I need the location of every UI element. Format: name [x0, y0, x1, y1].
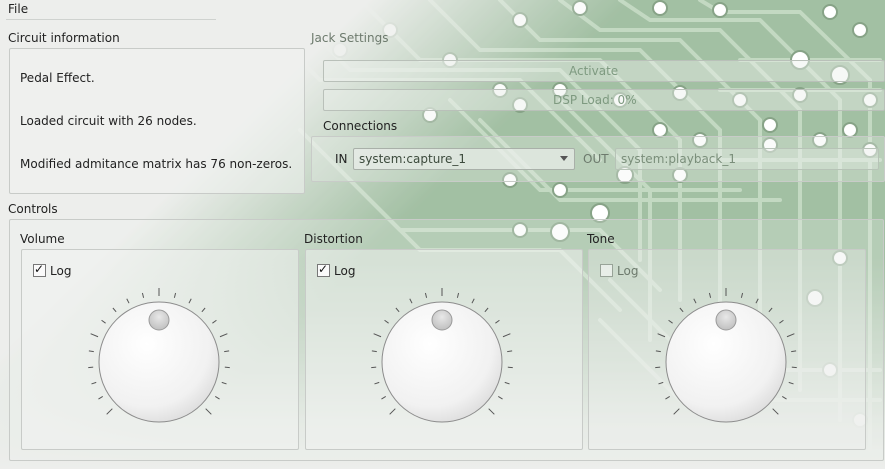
knob-tick — [205, 408, 212, 415]
knob-tick — [673, 408, 680, 415]
controls-title: Controls — [8, 202, 58, 216]
knob-tick — [498, 396, 503, 400]
distortion-log-label: Log — [334, 264, 356, 278]
dsp-load-bar: DSP Load: 0% — [323, 89, 885, 111]
out-label: OUT — [583, 152, 609, 166]
tone-log-checkbox[interactable] — [600, 264, 613, 277]
knob-tick — [91, 381, 97, 385]
in-label: IN — [335, 152, 348, 166]
output-port-select[interactable]: system:playback_1 — [615, 148, 879, 170]
knob-tick — [665, 396, 670, 400]
activate-label: Activate — [569, 64, 619, 78]
volume-log-checkbox[interactable]: ✓ — [33, 262, 46, 277]
knob-tick — [371, 350, 377, 353]
distortion-title: Distortion — [304, 232, 363, 246]
knob-tick — [740, 292, 744, 298]
knob-tick — [389, 408, 396, 415]
knob-tick — [708, 292, 712, 298]
input-port-value: system:capture_1 — [359, 152, 466, 166]
knob-tick — [456, 292, 460, 298]
knob-tick — [98, 396, 103, 400]
circuit-info-title: Circuit information — [8, 31, 120, 45]
distortion-log-checkbox[interactable]: ✓ — [317, 262, 330, 277]
knob-tick — [215, 396, 220, 400]
menu-file[interactable]: File — [8, 2, 28, 16]
knob-tick — [101, 319, 106, 324]
knob-tick — [791, 350, 797, 353]
knob-tick — [173, 292, 177, 298]
knob-tick — [106, 408, 113, 415]
input-port-select[interactable]: system:capture_1 — [353, 148, 575, 170]
knob-indicator — [715, 309, 737, 331]
activate-button[interactable]: Activate — [323, 60, 885, 82]
knob-tick — [768, 307, 773, 313]
knob-tick — [88, 350, 94, 353]
knob-tick — [471, 298, 475, 304]
knob-indicator — [148, 309, 170, 331]
knob-tick — [484, 307, 489, 313]
knob-tick — [374, 381, 380, 385]
jack-settings-title: Jack Settings — [311, 31, 389, 45]
knob-tick — [409, 298, 413, 304]
circuit-info-box: Pedal Effect. Loaded circuit with 26 nod… — [9, 48, 305, 194]
knob-indicator — [431, 309, 453, 331]
knob-tick — [112, 307, 117, 313]
knob-tick — [224, 350, 230, 353]
circuit-info-line-3: Modified admitance matrix has 76 non-zer… — [20, 157, 293, 171]
knob-tick — [779, 319, 784, 324]
volume-title: Volume — [20, 232, 65, 246]
knob-tick — [504, 381, 510, 385]
knob-tick — [212, 319, 217, 324]
knob-tick — [126, 298, 130, 304]
knob-tick — [219, 333, 228, 338]
tone-title: Tone — [587, 232, 615, 246]
circuit-info-line-2: Loaded circuit with 26 nodes. — [20, 114, 197, 128]
knob-tick — [395, 307, 400, 313]
knob-tick — [90, 333, 99, 338]
knob-tick — [502, 333, 511, 338]
knob-tick — [424, 292, 428, 298]
knob-tick — [786, 333, 795, 338]
circuit-info-line-1: Pedal Effect. — [20, 71, 95, 85]
check-icon: ✓ — [34, 262, 45, 276]
knob-tick — [381, 396, 386, 400]
check-icon: ✓ — [318, 262, 329, 276]
volume-log-label: Log — [50, 264, 72, 278]
knob-tick — [679, 307, 684, 313]
knob-tick — [221, 381, 227, 385]
tone-log-label: Log — [617, 264, 639, 278]
output-port-value: system:playback_1 — [621, 152, 736, 166]
knob-tick — [668, 319, 673, 324]
knob-tick — [201, 307, 206, 313]
connections-title: Connections — [323, 119, 398, 133]
knob-tick — [658, 381, 664, 385]
knob-tick — [782, 396, 787, 400]
knob-tick — [657, 333, 666, 338]
knob-tick — [384, 319, 389, 324]
volume-knob[interactable] — [84, 287, 234, 437]
knob-tick — [693, 298, 697, 304]
knob-tick — [788, 381, 794, 385]
knob-tick — [655, 350, 661, 353]
tone-knob[interactable] — [651, 287, 801, 437]
knob-tick — [488, 408, 495, 415]
knob-tick — [141, 292, 145, 298]
menubar-divider — [6, 19, 216, 20]
knob-tick — [373, 333, 382, 338]
menubar: File — [0, 0, 885, 20]
knob-tick — [495, 319, 500, 324]
knob-tick — [507, 350, 513, 353]
knob-tick — [188, 298, 192, 304]
chevron-down-icon — [560, 156, 568, 161]
dsp-load-label: DSP Load: 0% — [553, 93, 637, 107]
knob-tick — [755, 298, 759, 304]
knob-tick — [772, 408, 779, 415]
distortion-knob[interactable] — [367, 287, 517, 437]
